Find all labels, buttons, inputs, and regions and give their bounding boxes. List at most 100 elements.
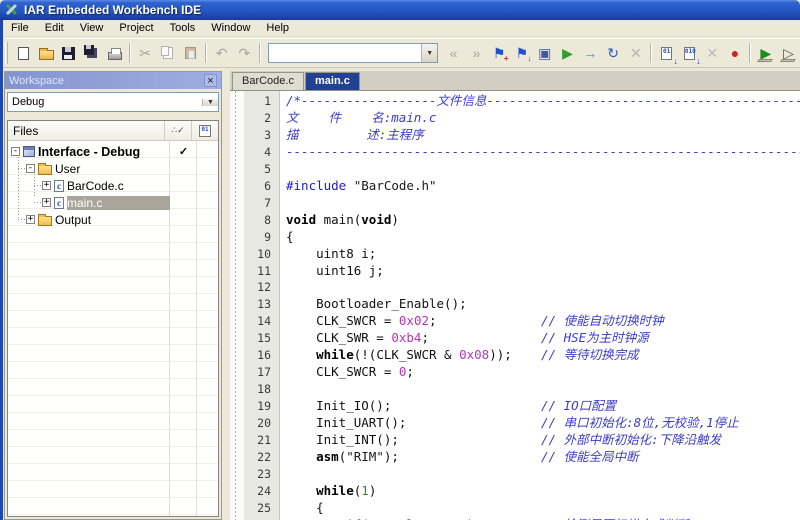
code-text: 描 述:主程序: [286, 127, 800, 143]
debug-without-downloading-icon: ▷: [783, 46, 794, 60]
files-column-header[interactable]: Files: [8, 121, 164, 140]
menu-item-project[interactable]: Project: [111, 21, 161, 35]
toggle-bookmark-button[interactable]: ⚑+: [488, 42, 511, 64]
download-button[interactable]: 010↓: [678, 42, 701, 64]
tree-expander-icon[interactable]: +: [26, 215, 35, 224]
comment-text: // 外部中断初始化:下降沿触发: [541, 432, 721, 448]
tab-barcode-c[interactable]: BarCode.c: [232, 72, 304, 90]
tree-item-interface-debug[interactable]: -Interface - Debug✓: [8, 143, 218, 160]
make-button[interactable]: →: [579, 42, 602, 64]
compile-icon: ▶: [562, 46, 573, 60]
next-bookmark-icon: ⚑: [516, 46, 529, 60]
menu-item-help[interactable]: Help: [258, 21, 297, 35]
code-line: 24 while(1): [230, 483, 800, 500]
go-to-button[interactable]: ▣: [533, 42, 556, 64]
workspace-close-icon[interactable]: ×: [204, 74, 217, 87]
paste-button[interactable]: [179, 42, 202, 64]
undo-button[interactable]: ↶: [210, 42, 233, 64]
undo-icon: ↶: [216, 46, 228, 60]
tree-item-main-c[interactable]: +cmain.c: [8, 194, 218, 211]
next-bookmark-button[interactable]: ⚑↓: [511, 42, 534, 64]
code-token: [286, 449, 316, 464]
rebuild-all-button[interactable]: ↻: [602, 42, 625, 64]
cut-button[interactable]: ✂: [134, 42, 157, 64]
editor-tab-bar: BarCode.cmain.c: [230, 71, 800, 90]
toolbar-combobox-input[interactable]: [269, 44, 421, 62]
code-text: Init_UART();// 串口初始化:8位,无校验,1停止: [286, 415, 800, 431]
toolbar-grip-handle[interactable]: [5, 42, 8, 64]
output-column-header[interactable]: 01: [191, 121, 218, 140]
code-line: 18: [230, 381, 800, 398]
workspace-title-bar: Workspace ×: [5, 72, 221, 89]
redo-button[interactable]: ↷: [233, 42, 256, 64]
find-previous-button[interactable]: «: [442, 42, 465, 64]
code-token: [286, 483, 316, 498]
find-next-button[interactable]: »: [465, 42, 488, 64]
download-active-application-button[interactable]: 01↓: [655, 42, 678, 64]
menu-item-file[interactable]: File: [3, 21, 37, 35]
debug-without-downloading-button[interactable]: ▷: [777, 42, 800, 64]
chevron-down-icon[interactable]: ▼: [202, 99, 218, 106]
tree-item-label[interactable]: User: [55, 162, 80, 176]
configuration-dropdown[interactable]: Debug ▼: [7, 92, 219, 112]
tree-expander-icon[interactable]: -: [11, 147, 20, 156]
tree-item-label[interactable]: Interface - Debug: [38, 145, 140, 159]
tree-item-user[interactable]: - User: [8, 160, 218, 177]
tree-item-output[interactable]: + Output: [8, 211, 218, 228]
tree-item-barcode-c[interactable]: +cBarCode.c: [8, 177, 218, 194]
project-tree[interactable]: -Interface - Debug✓-User+cBarCode.c+cmai…: [8, 141, 218, 516]
code-text: while(1): [286, 483, 800, 499]
save-button[interactable]: [58, 42, 81, 64]
tree-item-label[interactable]: Output: [55, 213, 91, 227]
line-number: 25: [244, 500, 276, 516]
code-token: (!(CLK_SWCR &: [354, 347, 459, 362]
save-all-button[interactable]: [80, 42, 103, 64]
tree-expander-icon[interactable]: +: [42, 198, 51, 207]
code-line: 13 Bootloader_Enable();: [230, 296, 800, 313]
tree-expander-icon[interactable]: -: [26, 164, 35, 173]
code-line: 9{: [230, 229, 800, 246]
print-button[interactable]: [103, 42, 126, 64]
comment-text: // 使能自动切换时钟: [541, 313, 664, 329]
paste-icon: [185, 47, 196, 59]
chevron-down-icon[interactable]: ▼: [421, 44, 437, 62]
files-header: Files ∴✓ 01: [8, 121, 218, 141]
tree-item-label[interactable]: main.c: [67, 196, 170, 210]
configuration-value: Debug: [8, 96, 202, 108]
line-number: 11: [244, 263, 276, 279]
erase-memory-button[interactable]: ✕: [701, 42, 724, 64]
toggle-breakpoint-button[interactable]: ●: [724, 42, 747, 64]
tree-item-label[interactable]: BarCode.c: [67, 179, 124, 193]
tree-expander-icon[interactable]: +: [42, 181, 51, 190]
code-token: ;: [421, 330, 429, 345]
code-token: [286, 347, 316, 362]
title-bar: IAR Embedded Workbench IDE: [0, 0, 800, 20]
toolbar-combobox[interactable]: ▼: [268, 43, 438, 63]
download-and-debug-button[interactable]: ▶: [754, 42, 777, 64]
save-all-icon: [84, 45, 94, 55]
menu-item-edit[interactable]: Edit: [37, 21, 72, 35]
find-previous-icon: «: [450, 46, 458, 60]
compile-button[interactable]: ▶: [556, 42, 579, 64]
code-token: [346, 178, 354, 193]
menu-item-view[interactable]: View: [72, 21, 112, 35]
menu-item-tools[interactable]: Tools: [162, 21, 204, 35]
code-token: #include: [286, 178, 346, 193]
code-token: ;: [429, 313, 437, 328]
code-line: 6#include "BarCode.h": [230, 178, 800, 195]
tab-main-c[interactable]: main.c: [305, 72, 360, 90]
new-file-button[interactable]: [12, 42, 35, 64]
code-line: 17 CLK_SWCR = 0;: [230, 364, 800, 381]
stop-build-button[interactable]: ✕: [624, 42, 647, 64]
code-text: while(!(CLK_SWCR & 0x08));// 等待切换完成: [286, 347, 800, 363]
code-line: 5: [230, 161, 800, 178]
status-column-header[interactable]: ∴✓: [164, 121, 191, 140]
code-token: while: [316, 483, 354, 498]
menu-item-window[interactable]: Window: [203, 21, 258, 35]
copy-button[interactable]: [157, 42, 180, 64]
code-text: CLK_SWCR = 0x02;// 使能自动切换时钟: [286, 313, 800, 329]
code-editor[interactable]: 1/*------------------文件信息---------------…: [230, 90, 800, 520]
open-file-button[interactable]: [35, 42, 58, 64]
code-text: Bootloader_Enable();: [286, 296, 800, 312]
folder-icon: [38, 165, 52, 175]
